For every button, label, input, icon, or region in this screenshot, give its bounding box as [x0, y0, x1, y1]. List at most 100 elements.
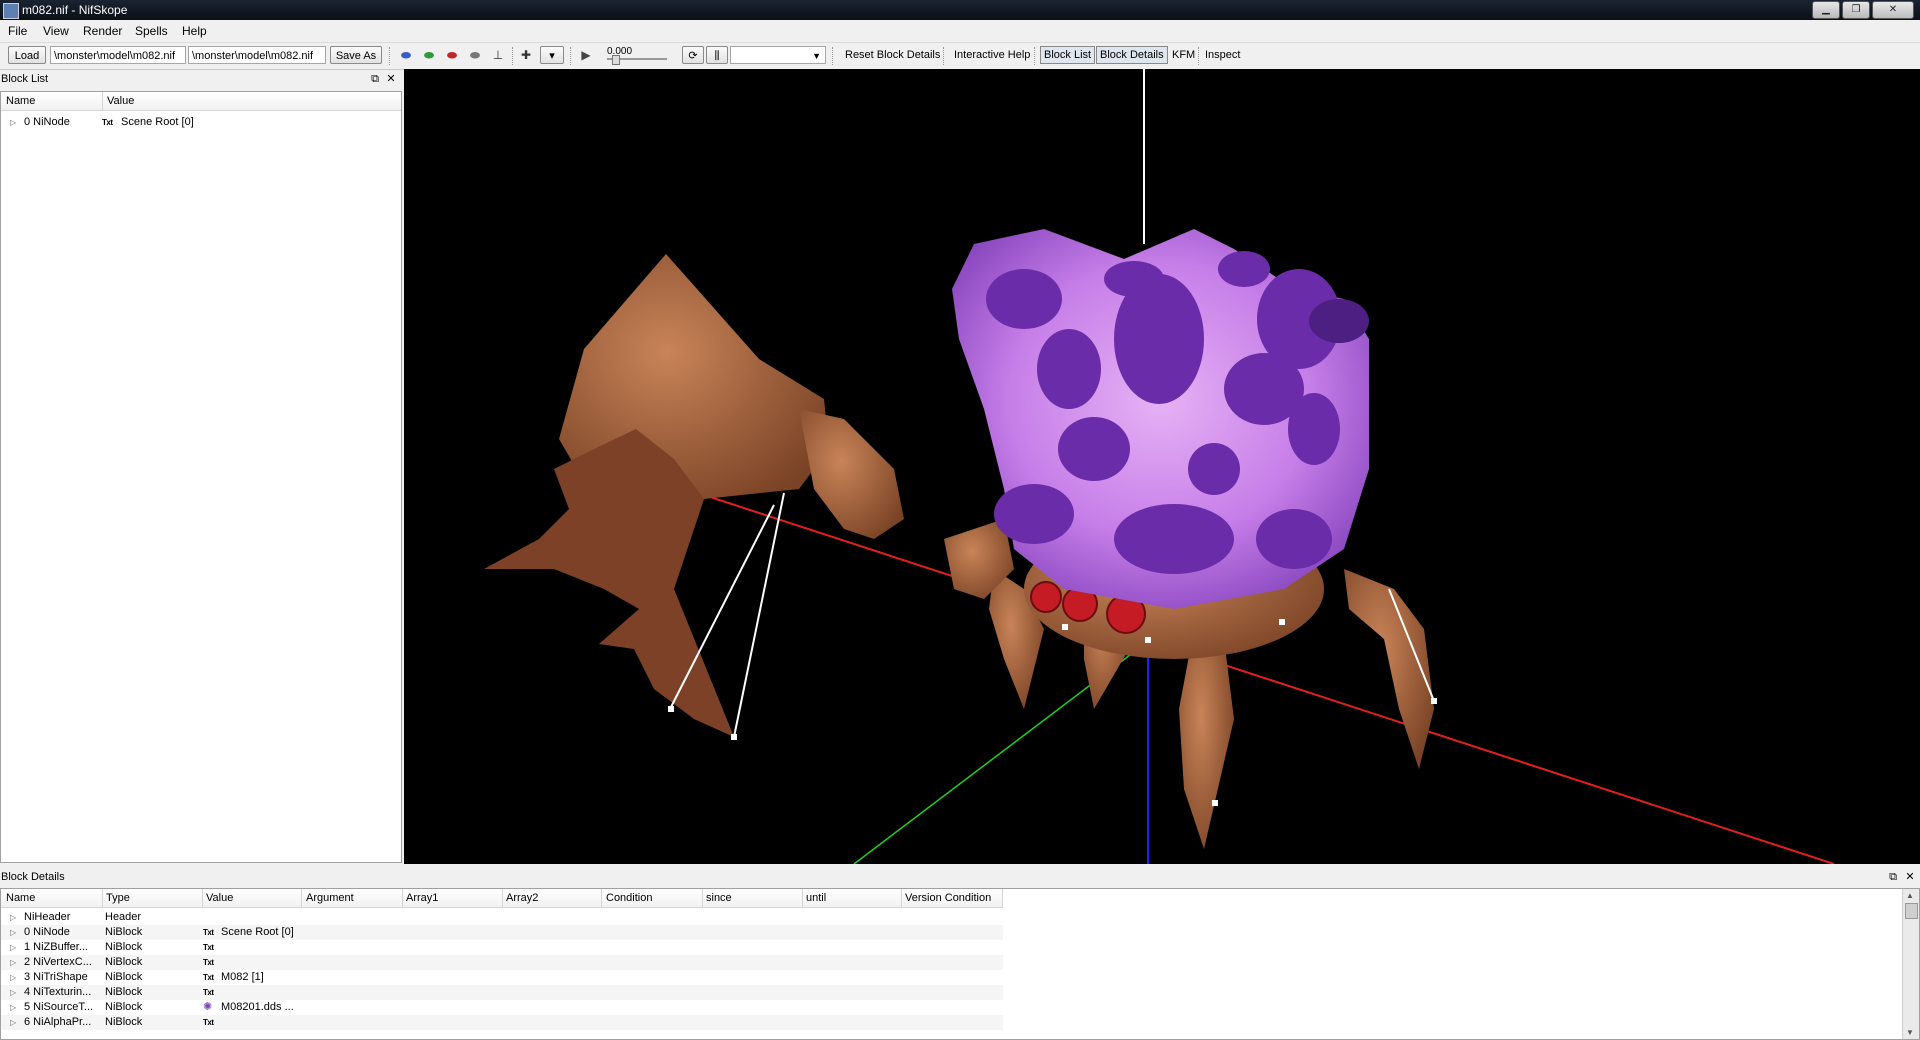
- column-argument[interactable]: Argument: [306, 892, 354, 904]
- axes-icon[interactable]: ✚: [518, 48, 534, 62]
- maximize-button[interactable]: ❐: [1842, 1, 1870, 19]
- table-row[interactable]: ▷ 0 NiNode NiBlock Txt Scene Root [0]: [1, 925, 1003, 940]
- close-window-button[interactable]: ✕: [1872, 1, 1914, 19]
- load-path-field[interactable]: \monster\model\m082.nif: [50, 46, 186, 64]
- column-until[interactable]: until: [806, 892, 826, 904]
- view-dropdown-icon[interactable]: ▾: [540, 46, 564, 64]
- render-viewport[interactable]: [404, 69, 1920, 864]
- animation-select[interactable]: ▼: [730, 46, 826, 64]
- scroll-up-icon[interactable]: ▲: [1906, 891, 1914, 900]
- table-row[interactable]: ▷ 5 NiSourceT... NiBlock ✺ M08201.dds ..…: [1, 1000, 1003, 1015]
- shield-gray-icon[interactable]: ⬬: [467, 48, 483, 62]
- table-row[interactable]: ▷ NiHeader Header: [1, 910, 1003, 925]
- expand-arrow-icon[interactable]: ▷: [10, 1015, 16, 1030]
- column-name[interactable]: Name: [6, 95, 35, 107]
- expand-arrow-icon[interactable]: ▷: [10, 115, 16, 130]
- close-dock-icon[interactable]: ✕: [1904, 869, 1916, 886]
- expand-arrow-icon[interactable]: ▷: [10, 940, 16, 955]
- row-type: NiBlock: [105, 956, 143, 968]
- shield-green-icon[interactable]: ⬬: [421, 48, 437, 62]
- float-dock-icon[interactable]: ⧉: [369, 71, 381, 88]
- menu-spells[interactable]: Spells: [135, 24, 168, 38]
- loop-icon[interactable]: ⟳: [682, 46, 704, 64]
- block-list-toggle[interactable]: Block List: [1040, 46, 1096, 64]
- row-type: NiBlock: [105, 926, 143, 938]
- expand-arrow-icon[interactable]: ▷: [10, 925, 16, 940]
- block-details-toggle[interactable]: Block Details: [1096, 46, 1168, 64]
- column-array1[interactable]: Array1: [406, 892, 438, 904]
- menu-file[interactable]: File: [8, 24, 27, 38]
- toolbar-separator: [943, 47, 945, 65]
- time-slider-handle[interactable]: [612, 55, 620, 65]
- header-divider[interactable]: [301, 889, 302, 907]
- header-divider[interactable]: [702, 889, 703, 907]
- shield-blue-icon[interactable]: ⬬: [398, 48, 414, 62]
- scrollbar-thumb[interactable]: [1905, 903, 1918, 919]
- bone-marker: [731, 734, 737, 740]
- bone-marker: [1212, 800, 1218, 806]
- table-row[interactable]: ▷ 6 NiAlphaPr... NiBlock Txt: [1, 1015, 1003, 1030]
- header-divider[interactable]: [202, 889, 203, 907]
- column-array2[interactable]: Array2: [506, 892, 538, 904]
- column-condition[interactable]: Condition: [606, 892, 652, 904]
- header-divider[interactable]: [502, 889, 503, 907]
- scroll-down-icon[interactable]: ▼: [1906, 1028, 1914, 1037]
- reset-block-details-button[interactable]: Reset Block Details: [845, 49, 940, 61]
- expand-arrow-icon[interactable]: ▷: [10, 1000, 16, 1015]
- table-row[interactable]: ▷ 3 NiTriShape NiBlock Txt M082 [1]: [1, 970, 1003, 985]
- menu-help[interactable]: Help: [182, 24, 207, 38]
- block-list-dock-title: Block List ⧉ ✕: [0, 71, 402, 88]
- row-type: Header: [105, 911, 142, 923]
- save-path-field[interactable]: \monster\model\m082.nif: [188, 46, 326, 64]
- row-name: 0 NiNode: [24, 926, 70, 938]
- table-row[interactable]: ▷ 4 NiTexturin... NiBlock Txt: [1, 985, 1003, 1000]
- header-divider[interactable]: [102, 889, 103, 907]
- shell-spot: [1037, 329, 1101, 409]
- column-value[interactable]: Value: [107, 95, 134, 107]
- row-type: NiBlock: [105, 986, 143, 998]
- column-name[interactable]: Name: [6, 892, 35, 904]
- header-divider[interactable]: [601, 889, 602, 907]
- expand-arrow-icon[interactable]: ▷: [10, 970, 16, 985]
- shell-spot: [1188, 443, 1240, 495]
- play-icon[interactable]: ▶: [578, 48, 594, 62]
- header-divider[interactable]: [802, 889, 803, 907]
- bars-icon[interactable]: ⫼: [706, 46, 728, 64]
- close-dock-icon[interactable]: ✕: [385, 71, 397, 88]
- bone-marker: [668, 706, 674, 712]
- expand-arrow-icon[interactable]: ▷: [10, 985, 16, 1000]
- bone-marker: [1062, 624, 1068, 630]
- inspect-button[interactable]: Inspect: [1205, 49, 1240, 61]
- header-divider[interactable]: [402, 889, 403, 907]
- header-divider[interactable]: [1002, 889, 1003, 907]
- table-row[interactable]: ▷ 2 NiVertexC... NiBlock Txt: [1, 955, 1003, 970]
- vertical-scrollbar[interactable]: ▲ ▼: [1902, 889, 1919, 1039]
- header-divider[interactable]: [901, 889, 902, 907]
- title-bar: m082.nif - NifSkope ▁ ❐ ✕: [0, 0, 1920, 20]
- row-value: Scene Root [0]: [221, 926, 294, 938]
- block-list-row[interactable]: ▷ 0 NiNode Txt Scene Root [0]: [1, 115, 401, 130]
- kfm-button[interactable]: KFM: [1172, 49, 1195, 61]
- block-list-tree[interactable]: Name Value ▷ 0 NiNode Txt Scene Root [0]: [0, 91, 402, 863]
- column-version-condition[interactable]: Version Condition: [905, 892, 991, 904]
- time-slider[interactable]: [607, 55, 667, 65]
- load-button[interactable]: Load: [8, 46, 46, 64]
- column-value[interactable]: Value: [206, 892, 233, 904]
- shield-red-icon[interactable]: ⬬: [444, 48, 460, 62]
- column-since[interactable]: since: [706, 892, 732, 904]
- table-row[interactable]: ▷ 1 NiZBuffer... NiBlock Txt: [1, 940, 1003, 955]
- interactive-help-button[interactable]: Interactive Help: [954, 49, 1030, 61]
- chevron-down-icon: ▼: [812, 51, 821, 61]
- column-type[interactable]: Type: [106, 892, 130, 904]
- expand-arrow-icon[interactable]: ▷: [10, 955, 16, 970]
- block-details-tree[interactable]: Name Type Value Argument Array1 Array2 C…: [0, 888, 1920, 1040]
- expand-arrow-icon[interactable]: ▷: [10, 910, 16, 925]
- lamp-icon[interactable]: ⊥: [490, 48, 506, 62]
- float-dock-icon[interactable]: ⧉: [1887, 869, 1899, 886]
- header-divider[interactable]: [102, 92, 103, 110]
- menu-render[interactable]: Render: [83, 24, 122, 38]
- save-as-button[interactable]: Save As: [330, 46, 382, 64]
- minimize-button[interactable]: ▁: [1812, 1, 1840, 19]
- menu-view[interactable]: View: [43, 24, 69, 38]
- row-value: M082 [1]: [221, 971, 264, 983]
